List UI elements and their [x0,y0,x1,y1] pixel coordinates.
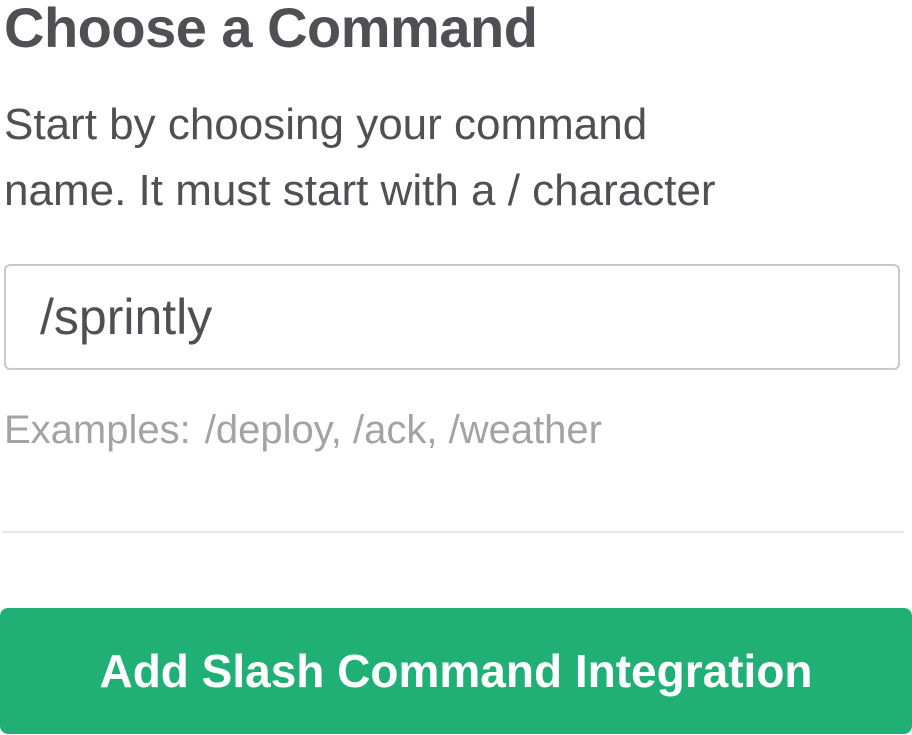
divider [2,531,904,533]
choose-command-panel: Choose a Command Start by choosing your … [0,0,912,735]
examples-label: Examples: [4,408,191,452]
page-title: Choose a Command [4,0,538,59]
examples-hint: Examples: /deploy, /ack, /weather [4,400,602,460]
instructions-text: Start by choosing your command name. It … [4,92,804,224]
instructions-line-2: name. It must start with a / character [4,166,716,215]
examples-values: /deploy, /ack, /weather [204,408,602,452]
command-name-input[interactable] [4,264,900,370]
instructions-line-1: Start by choosing your command [4,100,648,149]
add-slash-command-button[interactable]: Add Slash Command Integration [0,608,912,734]
